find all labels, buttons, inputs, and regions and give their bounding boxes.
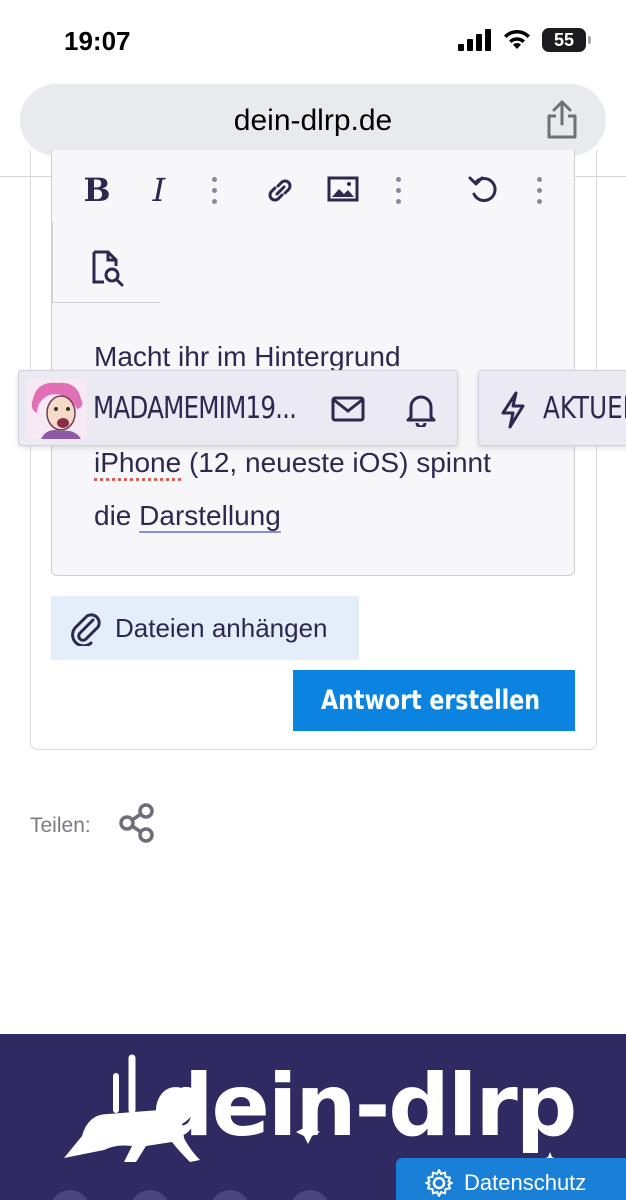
share-label: Teilen: [30,814,91,837]
editor-line: die Darstellung [94,500,281,531]
battery-icon: 55 [542,28,591,52]
aktuell-tab[interactable]: AKTUEL [478,370,626,446]
share-network-icon[interactable] [118,802,156,844]
wifi-icon [504,29,530,49]
create-reply-label: Antwort erstellen [321,685,541,716]
logo-text: dein-dlrp [152,1056,577,1156]
status-time: 19:07 [64,26,131,56]
attach-files-label: Dateien anhängen [115,612,328,643]
undo-icon[interactable] [466,170,502,210]
privacy-settings-label: Datenschutz [464,1170,587,1195]
bolt-icon [501,391,525,429]
preview-icon[interactable] [88,248,128,288]
more-text-options-icon[interactable] [208,170,220,210]
privacy-settings-button[interactable]: Datenschutz [396,1158,626,1200]
image-icon[interactable] [326,170,360,210]
url-text[interactable]: dein-dlrp.de [20,104,606,138]
social-links [50,1190,330,1200]
toolbar-divider [52,222,53,302]
signal-icon [458,29,491,51]
bell-icon[interactable] [405,391,437,427]
reply-editor[interactable]: B I Macht ihr im Hintergrund iPhone (12,… [51,150,575,576]
social-icon[interactable] [290,1190,330,1200]
italic-button[interactable]: I [142,170,176,210]
more-options-icon[interactable] [533,170,545,210]
avatar[interactable] [27,379,87,439]
status-bar: 19:07 55 [0,0,626,80]
address-bar[interactable]: dein-dlrp.de [20,84,606,156]
attach-files-button[interactable]: Dateien anhängen [51,596,359,660]
link-icon[interactable] [262,170,298,210]
toolbar-divider [52,302,160,303]
paperclip-icon [71,613,101,646]
share-icon[interactable] [544,100,580,140]
create-reply-button[interactable]: Antwort erstellen [293,670,575,731]
username[interactable]: MADAMEMIM19... [93,391,297,426]
editor-toolbar: B I [52,150,574,228]
mail-icon[interactable] [331,393,365,425]
more-insert-options-icon[interactable] [392,170,404,210]
social-icon[interactable] [50,1190,90,1200]
social-icon[interactable] [130,1190,170,1200]
social-icon[interactable] [210,1190,250,1200]
aktuell-label: AKTUEL [543,391,626,426]
bold-button[interactable]: B [80,170,114,210]
user-bar: MADAMEMIM19... [18,370,458,446]
status-icons: 55 [458,28,591,52]
gear-icon [425,1169,453,1197]
